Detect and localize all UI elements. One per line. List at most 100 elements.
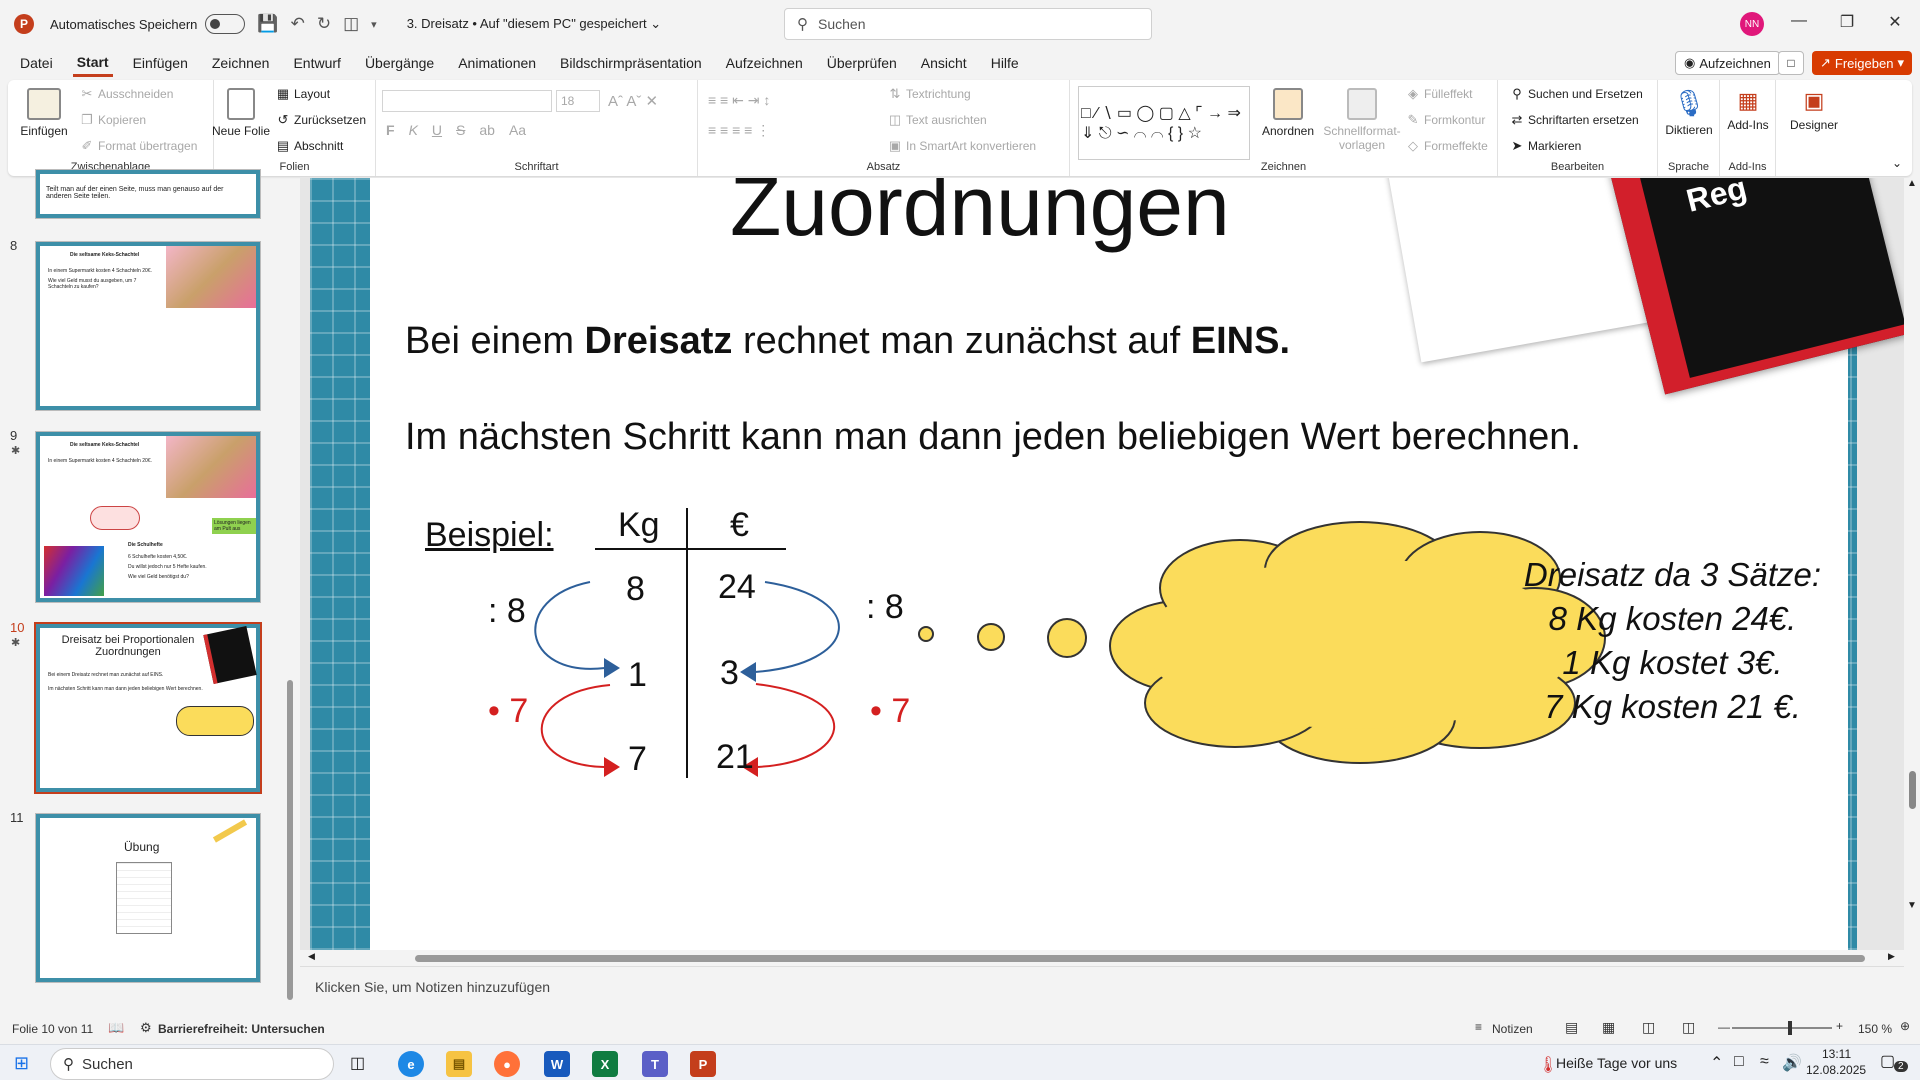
thumbnail-prev[interactable]: Teilt man auf der einen Seite, muss man … (36, 170, 260, 218)
format-painter-button[interactable]: ✐ Format übertragen (80, 138, 198, 154)
table-cell-r1c1[interactable]: 8 (626, 570, 645, 609)
fill-button[interactable]: ◈ Fülleffekt (1406, 86, 1472, 102)
word-icon[interactable]: W (544, 1051, 570, 1077)
notes-toggle[interactable]: Notizen (1492, 1022, 1533, 1036)
replace-fonts-button[interactable]: ⇄ Schriftarten ersetzen (1510, 112, 1639, 128)
scrollbar-thumb[interactable] (287, 680, 293, 1000)
accessibility-status[interactable]: Barrierefreiheit: Untersuchen (158, 1022, 325, 1036)
op-mul-right[interactable]: • 7 (870, 692, 910, 731)
redo-icon[interactable]: ↻ (317, 14, 331, 34)
quick-styles-button[interactable]: Schnellformat-vorlagen (1322, 88, 1402, 152)
zoom-in-icon[interactable]: + (1836, 1019, 1843, 1033)
collapse-ribbon-icon[interactable]: ⌄ (1892, 156, 1902, 170)
table-header-euro[interactable]: € (730, 506, 749, 545)
tab-uebergaenge[interactable]: Übergänge (361, 51, 438, 75)
designer-button[interactable]: ▣ Designer (1784, 88, 1844, 132)
autosave-toggle[interactable] (205, 14, 246, 34)
font-style-buttons[interactable]: F K U Sab Aa (386, 122, 526, 138)
table-cell-r2c1[interactable]: 1 (628, 656, 647, 695)
select-button[interactable]: ➤ Markieren (1510, 138, 1582, 154)
op-div-right[interactable]: : 8 (866, 588, 904, 627)
tab-ansicht[interactable]: Ansicht (917, 51, 971, 75)
zoom-slider-thumb[interactable] (1788, 1021, 1792, 1035)
clock-date[interactable]: 12.08.2025 (1806, 1063, 1866, 1077)
tab-einfuegen[interactable]: Einfügen (129, 51, 192, 75)
op-mul-left[interactable]: • 7 (488, 692, 528, 731)
tab-animationen[interactable]: Animationen (454, 51, 540, 75)
zoom-slider[interactable] (1732, 1021, 1832, 1035)
font-family-select[interactable] (382, 90, 552, 112)
table-cell-r1c2[interactable]: 24 (718, 568, 756, 607)
thumbnail-scrollbar[interactable] (286, 180, 294, 1012)
tab-bildschirmpraesentation[interactable]: Bildschirmpräsentation (556, 51, 706, 75)
cut-button[interactable]: ✂ Ausschneiden (80, 86, 174, 102)
scrollbar-thumb[interactable] (1909, 771, 1916, 809)
edge-icon[interactable]: e (398, 1051, 424, 1077)
section-button[interactable]: ▤ Abschnitt (276, 138, 344, 154)
restore-icon[interactable]: ❐ (1824, 12, 1870, 32)
customize-qat-icon[interactable]: ▾ (371, 18, 377, 31)
cloud-text[interactable]: Dreisatz da 3 Sätze: 8 Kg kosten 24€. 1 … (1495, 553, 1850, 729)
font-size-select[interactable]: 18 (556, 90, 600, 112)
shapes-gallery[interactable]: □ ∕ ∖ ▭ ◯ ▢ △ ⌜ → ⇒ ⇓ ⎋ ∽ ⌒ ⌒ { } ☆ (1078, 86, 1250, 160)
scroll-left-icon[interactable]: ◀ (308, 951, 315, 962)
arrange-button[interactable]: Anordnen (1260, 88, 1316, 138)
tab-ueberpruefen[interactable]: Überprüfen (823, 51, 901, 75)
table-cell-r3c1[interactable]: 7 (628, 740, 647, 779)
excel-icon[interactable]: X (592, 1051, 618, 1077)
layout-button[interactable]: ▦ Layout (276, 86, 330, 102)
document-title[interactable]: 3. Dreisatz • Auf "diesem PC" gespeicher… (407, 16, 661, 32)
minimize-icon[interactable]: — (1776, 12, 1822, 30)
share-button[interactable]: ↗ Freigeben ▾ (1812, 51, 1912, 75)
dictate-button[interactable]: 🎙 Diktieren (1665, 88, 1712, 137)
explorer-icon[interactable]: ▤ (446, 1051, 472, 1077)
sorter-view-icon[interactable]: ▦ (1602, 1019, 1615, 1036)
slide-vertical-scrollbar[interactable]: ▲ ▼ (1904, 178, 1920, 950)
search-box[interactable]: ⚲ Suchen (784, 8, 1152, 40)
op-div-left[interactable]: : 8 (488, 592, 526, 631)
align-text-button[interactable]: ◫ Text ausrichten (888, 112, 987, 128)
thumbnail-slide-10[interactable]: Dreisatz bei Proportionalen Zuordnungen … (36, 624, 260, 792)
comments-button[interactable]: □ (1778, 51, 1804, 75)
notes-icon[interactable]: ≡ (1475, 1020, 1482, 1034)
tray-display-icon[interactable]: □ (1734, 1053, 1744, 1071)
tab-start[interactable]: Start (72, 50, 113, 77)
scroll-up-icon[interactable]: ▲ (1907, 178, 1917, 189)
smartart-button[interactable]: ▣ In SmartArt konvertieren (888, 138, 1036, 154)
tab-hilfe[interactable]: Hilfe (987, 51, 1023, 75)
tab-entwurf[interactable]: Entwurf (289, 51, 344, 75)
volume-icon[interactable]: 🔊 (1782, 1053, 1802, 1073)
paste-button[interactable]: Einfügen (16, 88, 72, 138)
table-cell-r3c2[interactable]: 21 (716, 738, 754, 777)
teams-icon[interactable]: T (642, 1051, 668, 1077)
effects-button[interactable]: ◇ Formeffekte (1406, 138, 1488, 154)
wifi-icon[interactable]: ≈ (1760, 1053, 1769, 1071)
notification-icon[interactable]: ▢ (1880, 1051, 1895, 1071)
normal-view-icon[interactable]: ▤ (1565, 1019, 1578, 1036)
addins-button[interactable]: ▦ Add-Ins (1726, 88, 1770, 132)
find-replace-button[interactable]: ⚲ Suchen und Ersetzen (1510, 86, 1643, 102)
task-view-icon[interactable]: ◫ (350, 1053, 365, 1073)
reset-button[interactable]: ↺ Zurücksetzen (276, 112, 366, 128)
zoom-out-icon[interactable]: — (1718, 1020, 1730, 1034)
slide-horizontal-scrollbar[interactable]: ◀ ▶ (300, 950, 1904, 966)
avatar[interactable]: NN (1740, 12, 1764, 36)
accessibility-icon[interactable]: ⚙ (140, 1020, 152, 1036)
outline-button[interactable]: ✎ Formkontur (1406, 112, 1486, 128)
fit-slide-icon[interactable]: ⊕ (1900, 1019, 1910, 1033)
thumbnail-slide-9[interactable]: Die seltsame Keks-Schachtel In einem Sup… (36, 432, 260, 602)
new-slide-button[interactable]: Neue Folie (212, 88, 270, 138)
clock-time[interactable]: 13:11 (1822, 1047, 1851, 1061)
notes-pane[interactable]: Klicken Sie, um Notizen hinzuzufügen (300, 966, 1904, 1012)
table-header-kg[interactable]: Kg (618, 506, 660, 545)
scroll-right-icon[interactable]: ▶ (1888, 951, 1895, 962)
align-buttons[interactable]: ≡ ≡ ≡ ≡ ⋮ (708, 122, 770, 139)
present-icon[interactable]: ◫ (343, 14, 359, 34)
thumbnail-slide-11[interactable]: Übung (36, 814, 260, 982)
scroll-down-icon[interactable]: ▼ (1907, 900, 1917, 911)
thumbnail-slide-8[interactable]: Die seltsame Keks-Schachtel In einem Sup… (36, 242, 260, 410)
table-cell-r2c2[interactable]: 3 (720, 654, 739, 693)
undo-icon[interactable]: ↶ (291, 14, 305, 34)
tab-datei[interactable]: Datei (16, 51, 57, 75)
tab-aufzeichnen[interactable]: Aufzeichnen (722, 51, 807, 75)
